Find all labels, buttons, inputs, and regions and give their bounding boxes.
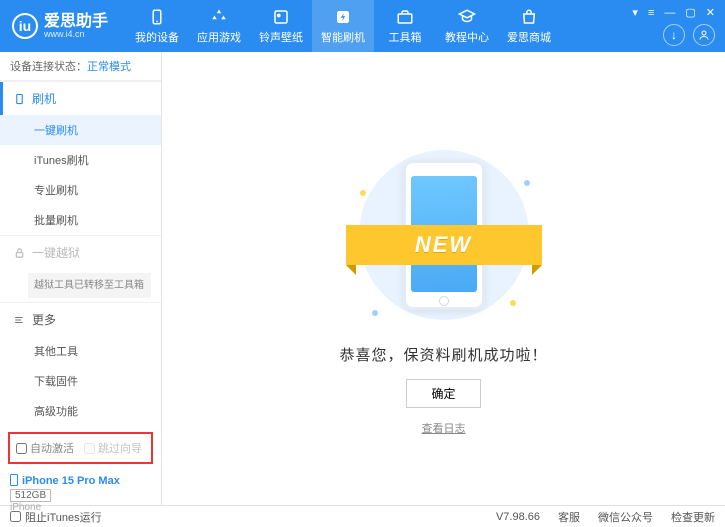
tab-smart-flash[interactable]: 智能刷机 bbox=[312, 0, 374, 52]
lock-icon bbox=[12, 247, 26, 259]
device-small-icon bbox=[10, 474, 18, 486]
sidebar-item-other-tools[interactable]: 其他工具 bbox=[0, 336, 161, 366]
version-label: V7.98.66 bbox=[496, 511, 540, 523]
tab-my-device[interactable]: 我的设备 bbox=[126, 0, 188, 52]
mall-icon bbox=[520, 8, 538, 26]
sidebar-section-jailbreak[interactable]: 一键越狱 bbox=[0, 236, 161, 269]
tab-app-games[interactable]: 应用游戏 bbox=[188, 0, 250, 52]
view-log-link[interactable]: 查看日志 bbox=[422, 420, 466, 436]
sidebar: 设备连接状态：正常模式 刷机 一键刷机 iTunes刷机 专业刷机 批量刷机 一… bbox=[0, 52, 162, 505]
checkbox-auto-activate[interactable]: 自动激活 bbox=[16, 440, 74, 456]
nav-tabs: 我的设备 应用游戏 铃声壁纸 智能刷机 工具箱 教程中心 爱思商城 bbox=[126, 0, 560, 52]
sidebar-item-pro-flash[interactable]: 专业刷机 bbox=[0, 175, 161, 205]
logo-icon: iu bbox=[12, 13, 38, 39]
close-icon[interactable]: ✕ bbox=[704, 6, 717, 19]
sidebar-item-download-firmware[interactable]: 下载固件 bbox=[0, 366, 161, 396]
tab-mall[interactable]: 爱思商城 bbox=[498, 0, 560, 52]
apps-icon bbox=[210, 8, 228, 26]
checkbox-block-itunes[interactable]: 阻止iTunes运行 bbox=[10, 509, 102, 525]
flash-icon bbox=[334, 8, 352, 26]
window-controls: ▾ ≡ — ▢ ✕ bbox=[630, 6, 717, 19]
success-message: 恭喜您，保资料刷机成功啦！ bbox=[339, 344, 547, 365]
new-ribbon: NEW bbox=[346, 225, 542, 265]
device-status: 设备连接状态：正常模式 bbox=[0, 52, 161, 81]
sidebar-item-itunes-flash[interactable]: iTunes刷机 bbox=[0, 145, 161, 175]
device-icon bbox=[148, 8, 166, 26]
app-url: www.i4.cn bbox=[44, 30, 108, 39]
success-illustration: NEW bbox=[354, 140, 534, 330]
footer-link-wechat[interactable]: 微信公众号 bbox=[598, 509, 653, 525]
checkbox-skip-guide[interactable]: 跳过向导 bbox=[84, 440, 142, 456]
tab-tutorial[interactable]: 教程中心 bbox=[436, 0, 498, 52]
tab-toolbox[interactable]: 工具箱 bbox=[374, 0, 436, 52]
media-icon bbox=[272, 8, 290, 26]
sidebar-section-more[interactable]: 更多 bbox=[0, 303, 161, 336]
download-button[interactable]: ↓ bbox=[663, 24, 685, 46]
more-icon bbox=[12, 315, 26, 325]
maximize-icon[interactable]: ▢ bbox=[683, 6, 697, 19]
footer-link-update[interactable]: 检查更新 bbox=[671, 509, 715, 525]
confirm-button[interactable]: 确定 bbox=[406, 379, 480, 408]
sidebar-item-batch-flash[interactable]: 批量刷机 bbox=[0, 205, 161, 235]
sidebar-item-oneclick-flash[interactable]: 一键刷机 bbox=[0, 115, 161, 145]
tutorial-icon bbox=[458, 8, 476, 26]
flash-options: 自动激活 跳过向导 bbox=[8, 432, 153, 464]
minimize-icon[interactable]: — bbox=[662, 7, 677, 19]
logo-area: iu 爱思助手 www.i4.cn bbox=[0, 13, 120, 40]
menu-icon[interactable]: ▾ bbox=[630, 6, 640, 19]
jailbreak-note: 越狱工具已转移至工具箱 bbox=[28, 273, 151, 298]
phone-icon bbox=[12, 92, 26, 106]
footer-link-support[interactable]: 客服 bbox=[558, 509, 580, 525]
tab-ringtone-wallpaper[interactable]: 铃声壁纸 bbox=[250, 0, 312, 52]
options-icon[interactable]: ≡ bbox=[646, 7, 656, 19]
sidebar-section-flash[interactable]: 刷机 bbox=[0, 82, 161, 115]
toolbox-icon bbox=[396, 8, 414, 26]
app-header: iu 爱思助手 www.i4.cn 我的设备 应用游戏 铃声壁纸 智能刷机 工具… bbox=[0, 0, 725, 52]
sidebar-item-advanced[interactable]: 高级功能 bbox=[0, 396, 161, 426]
user-button[interactable] bbox=[693, 24, 715, 46]
main-content: NEW 恭喜您，保资料刷机成功啦！ 确定 查看日志 bbox=[162, 52, 725, 505]
app-name: 爱思助手 bbox=[44, 13, 108, 31]
